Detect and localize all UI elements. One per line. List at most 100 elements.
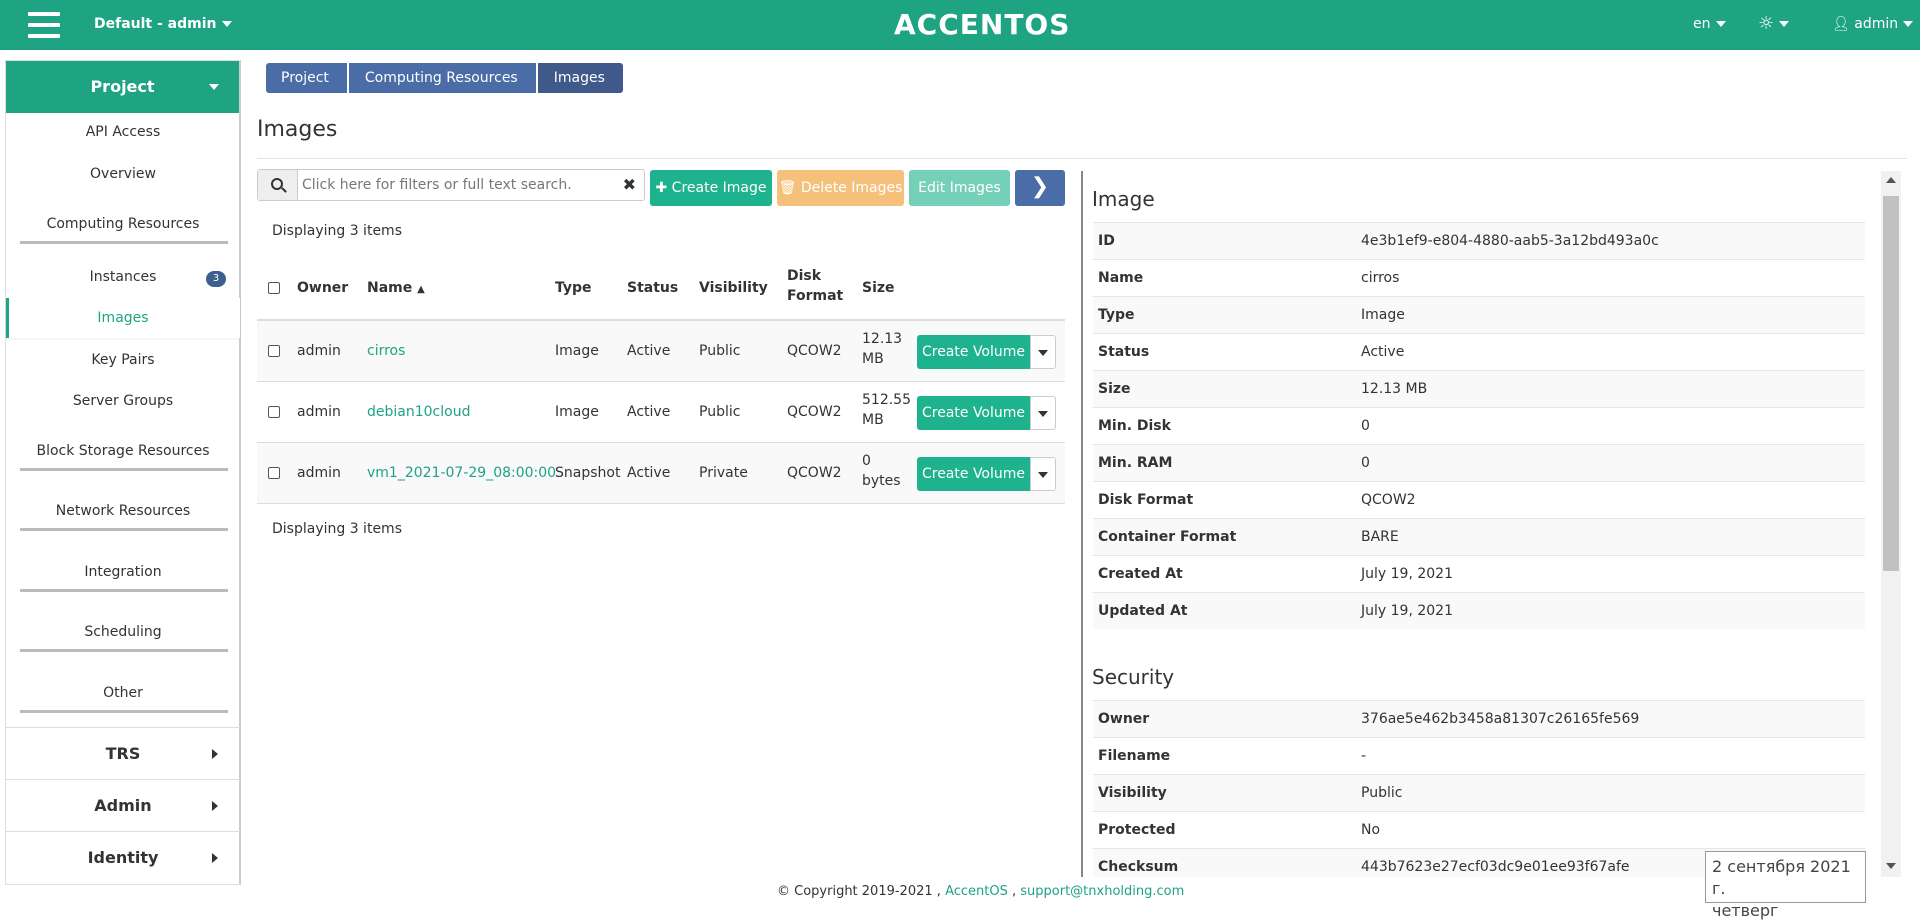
- page-title: Images: [257, 117, 338, 142]
- sidebar-item-server-groups[interactable]: Server Groups: [6, 393, 240, 409]
- row-actions-dropdown[interactable]: [1030, 457, 1056, 491]
- detail-value: QCOW2: [1361, 492, 1416, 508]
- column-header-type[interactable]: Type: [555, 280, 592, 296]
- sidebar-group-block-storage[interactable]: Block Storage Resources: [6, 443, 240, 459]
- support-email-link[interactable]: support@tnxholding.com: [1020, 884, 1184, 899]
- accentos-link[interactable]: AccentOS: [945, 884, 1008, 899]
- column-header-disk-format[interactable]: Disk Format: [787, 268, 843, 304]
- table-row: admin debian10cloud Image Active Public …: [257, 382, 1065, 443]
- search-button[interactable]: [258, 170, 298, 200]
- date-line: 2 сентября 2021 г.: [1712, 857, 1851, 898]
- sidebar-item-instances[interactable]: Instances: [6, 269, 240, 285]
- sidebar-item-overview[interactable]: Overview: [6, 166, 240, 182]
- detail-value: 376ae5e462b3458a81307c26165fe569: [1361, 711, 1640, 727]
- column-header-size[interactable]: Size: [862, 280, 895, 296]
- detail-key: Status: [1098, 344, 1150, 360]
- detail-key: Name: [1098, 270, 1144, 286]
- user-menu[interactable]: 👤︎ admin: [1832, 16, 1914, 32]
- chevron-right-icon: ❯: [1030, 174, 1050, 199]
- cell-name-link[interactable]: debian10cloud: [367, 404, 470, 420]
- breadcrumb-project[interactable]: Project: [266, 63, 347, 93]
- sidebar-section-admin[interactable]: Admin: [6, 779, 240, 831]
- section-heading-security: Security: [1092, 665, 1175, 689]
- table-row: admin vm1_2021-07-29_08:00:00 Snapshot A…: [257, 443, 1065, 504]
- sidebar-item-api-access[interactable]: API Access: [6, 124, 240, 140]
- detail-row: ID 4e3b1ef9-e804-4880-aab5-3a12bd493a0c: [1093, 222, 1865, 259]
- row-checkbox[interactable]: [268, 467, 280, 479]
- sidebar-group-scheduling[interactable]: Scheduling: [6, 624, 240, 640]
- accentos-logo: ACCENTOS: [894, 8, 1071, 41]
- sidebar-item-images[interactable]: Images: [6, 310, 240, 326]
- search-box: ✖: [257, 169, 645, 201]
- detail-row: Type Image: [1093, 296, 1865, 333]
- delete-images-button[interactable]: 🗑︎ Delete Images: [777, 170, 904, 206]
- cell-format: QCOW2: [787, 404, 842, 420]
- footer-separator: ,: [1011, 884, 1017, 899]
- sidebar-section-trs[interactable]: TRS: [6, 727, 240, 779]
- breadcrumb-images: Images: [537, 63, 623, 93]
- chevron-down-icon: [1038, 411, 1048, 417]
- detail-value: -: [1361, 748, 1367, 764]
- language-selector[interactable]: en: [1693, 16, 1726, 32]
- sidebar-group-network[interactable]: Network Resources: [6, 503, 240, 519]
- detail-value: Active: [1361, 344, 1405, 360]
- row-checkbox[interactable]: [268, 345, 280, 357]
- footer: © Copyright 2019-2021 , AccentOS , suppo…: [777, 884, 1184, 899]
- cell-name-link[interactable]: vm1_2021-07-29_08:00:00: [367, 465, 556, 481]
- breadcrumb-computing[interactable]: Computing Resources: [348, 63, 536, 93]
- toggle-detail-button[interactable]: ❯: [1015, 170, 1065, 206]
- chevron-down-icon: [1779, 21, 1790, 27]
- column-header-visibility[interactable]: Visibility: [699, 280, 768, 296]
- cell-status: Active: [627, 404, 671, 420]
- cell-format: QCOW2: [787, 465, 842, 481]
- scroll-up-icon[interactable]: [1886, 177, 1896, 183]
- theme-selector[interactable]: ☼: [1758, 13, 1790, 34]
- hamburger-menu-icon[interactable]: [28, 12, 60, 38]
- chevron-down-icon: [221, 21, 232, 27]
- search-input[interactable]: [302, 174, 612, 196]
- detail-value: 443b7623e27ecf03dc9e01ee93f67afe: [1361, 859, 1630, 875]
- detail-value: Image: [1361, 307, 1405, 323]
- scroll-thumb[interactable]: [1883, 196, 1899, 571]
- select-all-checkbox[interactable]: [268, 282, 280, 294]
- sidebar-project-header[interactable]: Project: [6, 61, 239, 113]
- instances-count-badge: 3: [206, 271, 226, 287]
- top-bar: Default - admin ACCENTOS en ☼ 👤︎ admin: [0, 0, 1920, 50]
- detail-row: Min. RAM 0: [1093, 444, 1865, 481]
- search-icon-handle: [281, 187, 287, 193]
- create-image-button[interactable]: ✚ Create Image: [650, 170, 772, 206]
- sidebar-group-other[interactable]: Other: [6, 685, 240, 701]
- detail-key: Filename: [1098, 748, 1171, 764]
- create-volume-button[interactable]: Create Volume: [917, 396, 1030, 430]
- sidebar-group-computing[interactable]: Computing Resources: [6, 216, 240, 232]
- weekday-line: четверг: [1712, 901, 1779, 920]
- cell-size: 0 bytes: [862, 453, 901, 489]
- row-actions-dropdown[interactable]: [1030, 396, 1056, 430]
- detail-key: Disk Format: [1098, 492, 1194, 508]
- sidebar-item-key-pairs[interactable]: Key Pairs: [6, 352, 240, 368]
- column-header-owner[interactable]: Owner: [297, 280, 348, 296]
- panel-scrollbar[interactable]: [1881, 171, 1901, 877]
- create-image-label: Create Image: [671, 180, 767, 196]
- row-actions-dropdown[interactable]: [1030, 335, 1056, 369]
- row-checkbox[interactable]: [268, 406, 280, 418]
- cell-size-unit: bytes: [862, 473, 901, 489]
- divider: [20, 468, 228, 471]
- cell-owner: admin: [297, 404, 341, 420]
- scroll-down-icon[interactable]: [1886, 863, 1896, 869]
- detail-key: Min. Disk: [1098, 418, 1171, 434]
- create-volume-button[interactable]: Create Volume: [917, 335, 1030, 369]
- delete-images-label: Delete Images: [800, 180, 903, 196]
- cell-name-link[interactable]: cirros: [367, 343, 405, 359]
- close-icon[interactable]: ✖: [623, 175, 636, 194]
- chevron-down-icon: [1038, 472, 1048, 478]
- column-header-name[interactable]: Name ▲: [367, 280, 425, 296]
- column-header-name-label: Name: [367, 280, 413, 296]
- edit-images-button[interactable]: Edit Images: [909, 170, 1010, 206]
- create-volume-button[interactable]: Create Volume: [917, 457, 1030, 491]
- detail-row: Size 12.13 MB: [1093, 370, 1865, 407]
- domain-selector[interactable]: Default - admin: [94, 16, 232, 32]
- sidebar-group-integration[interactable]: Integration: [6, 564, 240, 580]
- column-header-status[interactable]: Status: [627, 280, 678, 296]
- sidebar-section-identity[interactable]: Identity: [6, 831, 240, 883]
